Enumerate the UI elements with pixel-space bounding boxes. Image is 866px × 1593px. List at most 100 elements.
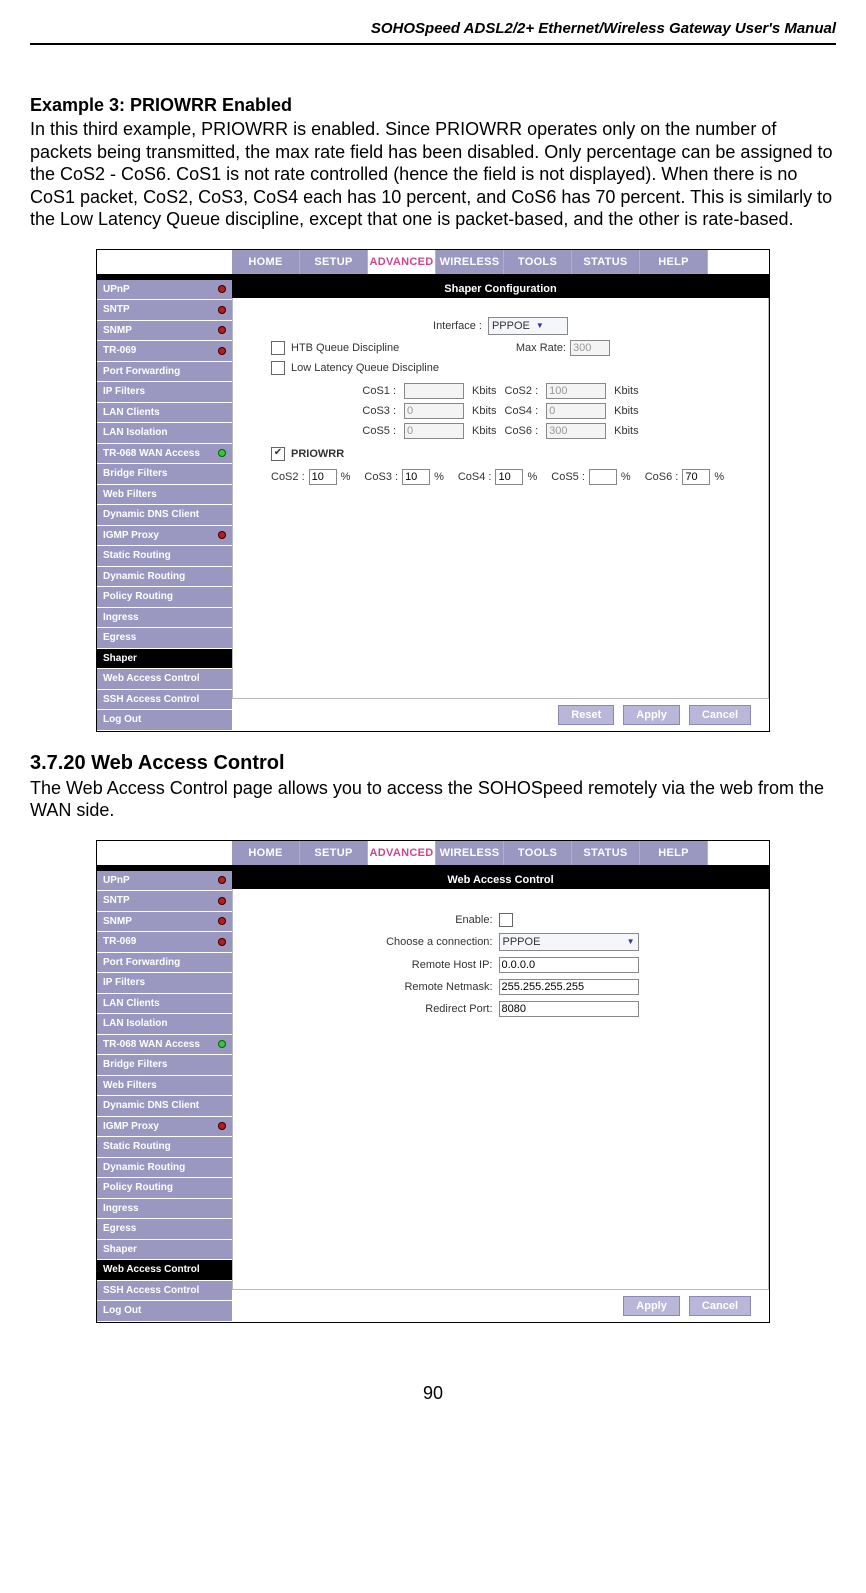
sidebar-item-ingress[interactable]: Ingress: [97, 608, 232, 629]
sidebar-item-webf[interactable]: Web Filters: [97, 1076, 232, 1097]
tab-help[interactable]: HELP: [640, 841, 708, 865]
sidebar-item-ddns[interactable]: Dynamic DNS Client: [97, 505, 232, 526]
sidebar-item-egress[interactable]: Egress: [97, 1219, 232, 1240]
interface-label: Interface :: [433, 320, 482, 332]
tab-help[interactable]: HELP: [640, 250, 708, 274]
pcos3-unit: %: [434, 471, 444, 483]
sidebar-item-bridgef[interactable]: Bridge Filters: [97, 1055, 232, 1076]
sidebar-item-laniso[interactable]: LAN Isolation: [97, 1014, 232, 1035]
tab-status[interactable]: STATUS: [572, 841, 640, 865]
sidebar-item-shaper[interactable]: Shaper: [97, 1240, 232, 1261]
sidebar-item-staticr[interactable]: Static Routing: [97, 546, 232, 567]
tab-status[interactable]: STATUS: [572, 250, 640, 274]
apply-button[interactable]: Apply: [623, 1296, 680, 1316]
cos5-unit: Kbits: [472, 425, 496, 437]
tab-advanced[interactable]: ADVANCED: [368, 841, 436, 865]
sidebar-item-policyr[interactable]: Policy Routing: [97, 587, 232, 608]
sidebar-item-sshacc[interactable]: SSH Access Control: [97, 1281, 232, 1302]
sidebar-item-webacc[interactable]: Web Access Control: [97, 1260, 232, 1281]
sidebar-item-tr069[interactable]: TR-069: [97, 341, 232, 362]
sidebar-item-ipfilters[interactable]: IP Filters: [97, 382, 232, 403]
sidebar-item-sntp[interactable]: SNTP: [97, 300, 232, 321]
interface-select[interactable]: PPPOE▼: [488, 317, 568, 335]
sidebar-item-snmp[interactable]: SNMP: [97, 912, 232, 933]
sidebar-item-lanclients[interactable]: LAN Clients: [97, 994, 232, 1015]
sidebar-item-upnp[interactable]: UPnP: [97, 280, 232, 301]
tab-tools[interactable]: TOOLS: [504, 250, 572, 274]
sidebar-item-laniso[interactable]: LAN Isolation: [97, 423, 232, 444]
sidebar-item-logout[interactable]: Log Out: [97, 710, 232, 731]
cos5-label: CoS5 :: [362, 425, 396, 437]
sidebar-item-portfwd[interactable]: Port Forwarding: [97, 953, 232, 974]
enable-checkbox[interactable]: [499, 913, 513, 927]
reset-button[interactable]: Reset: [558, 705, 614, 725]
rnet-label: Remote Netmask:: [353, 981, 493, 993]
status-dot-icon: [218, 347, 226, 355]
sidebar-item-webacc[interactable]: Web Access Control: [97, 669, 232, 690]
apply-button[interactable]: Apply: [623, 705, 680, 725]
pcos4-label: CoS4 :: [458, 471, 492, 483]
priowrr-label: PRIOWRR: [291, 448, 344, 460]
conn-select[interactable]: PPPOE▼: [499, 933, 639, 951]
sidebar-item-portfwd[interactable]: Port Forwarding: [97, 362, 232, 383]
tab-wireless[interactable]: WIRELESS: [436, 250, 504, 274]
sidebar-item-bridgef[interactable]: Bridge Filters: [97, 464, 232, 485]
priowrr-checkbox[interactable]: ✔: [271, 447, 285, 461]
sidebar-item-sshacc[interactable]: SSH Access Control: [97, 690, 232, 711]
sidebar-item-dynr[interactable]: Dynamic Routing: [97, 1158, 232, 1179]
rnet-input[interactable]: [499, 979, 639, 995]
cos1-input: [404, 383, 464, 399]
sidebar-item-lanclients[interactable]: LAN Clients: [97, 403, 232, 424]
cos3-label: CoS3 :: [362, 405, 396, 417]
sidebar-item-shaper[interactable]: Shaper: [97, 649, 232, 670]
llq-checkbox[interactable]: [271, 361, 285, 375]
status-dot-icon: [218, 1122, 226, 1130]
cos3-unit: Kbits: [472, 405, 496, 417]
sidebar-item-tr068wan[interactable]: TR-068 WAN Access: [97, 444, 232, 465]
sidebar-item-tr069[interactable]: TR-069: [97, 932, 232, 953]
sidebar-item-upnp[interactable]: UPnP: [97, 871, 232, 892]
sidebar-item-tr068wan[interactable]: TR-068 WAN Access: [97, 1035, 232, 1056]
sidebar-item-dynr[interactable]: Dynamic Routing: [97, 567, 232, 588]
rhip-input[interactable]: [499, 957, 639, 973]
tab-home[interactable]: HOME: [232, 250, 300, 274]
cancel-button[interactable]: Cancel: [689, 1296, 751, 1316]
sidebar-item-igmp[interactable]: IGMP Proxy: [97, 1117, 232, 1138]
cancel-button[interactable]: Cancel: [689, 705, 751, 725]
pcos6-input[interactable]: [682, 469, 710, 485]
status-dot-icon: [218, 897, 226, 905]
sidebar-item-webf[interactable]: Web Filters: [97, 485, 232, 506]
pcos5-input[interactable]: [589, 469, 617, 485]
pcos3-input[interactable]: [402, 469, 430, 485]
status-dot-icon: [218, 531, 226, 539]
sidebar-item-egress[interactable]: Egress: [97, 628, 232, 649]
sidebar-item-ingress[interactable]: Ingress: [97, 1199, 232, 1220]
htb-checkbox[interactable]: [271, 341, 285, 355]
status-dot-icon: [218, 285, 226, 293]
cos6-input: [546, 423, 606, 439]
example3-title: Example 3: PRIOWRR Enabled: [30, 95, 836, 116]
sidebar-item-logout[interactable]: Log Out: [97, 1301, 232, 1322]
sidebar-item-snmp[interactable]: SNMP: [97, 321, 232, 342]
wac-heading: 3.7.20 Web Access Control: [30, 752, 836, 775]
pcos2-unit: %: [341, 471, 351, 483]
pcos2-input[interactable]: [309, 469, 337, 485]
tab-wireless[interactable]: WIRELESS: [436, 841, 504, 865]
sidebar-item-sntp[interactable]: SNTP: [97, 891, 232, 912]
pcos4-input[interactable]: [495, 469, 523, 485]
rport-input[interactable]: [499, 1001, 639, 1017]
sidebar-item-staticr[interactable]: Static Routing: [97, 1137, 232, 1158]
tab-setup[interactable]: SETUP: [300, 250, 368, 274]
sidebar-item-igmp[interactable]: IGMP Proxy: [97, 526, 232, 547]
tab-setup[interactable]: SETUP: [300, 841, 368, 865]
tab-advanced[interactable]: ADVANCED: [368, 250, 436, 274]
tab-tools[interactable]: TOOLS: [504, 841, 572, 865]
sidebar-item-policyr[interactable]: Policy Routing: [97, 1178, 232, 1199]
top-nav-tabs: HOME SETUP ADVANCED WIRELESS TOOLS STATU…: [97, 250, 769, 274]
conn-label: Choose a connection:: [353, 936, 493, 948]
llq-label: Low Latency Queue Discipline: [291, 362, 439, 374]
sidebar-item-ddns[interactable]: Dynamic DNS Client: [97, 1096, 232, 1117]
panel-title: Web Access Control: [232, 871, 769, 889]
tab-home[interactable]: HOME: [232, 841, 300, 865]
sidebar-item-ipfilters[interactable]: IP Filters: [97, 973, 232, 994]
